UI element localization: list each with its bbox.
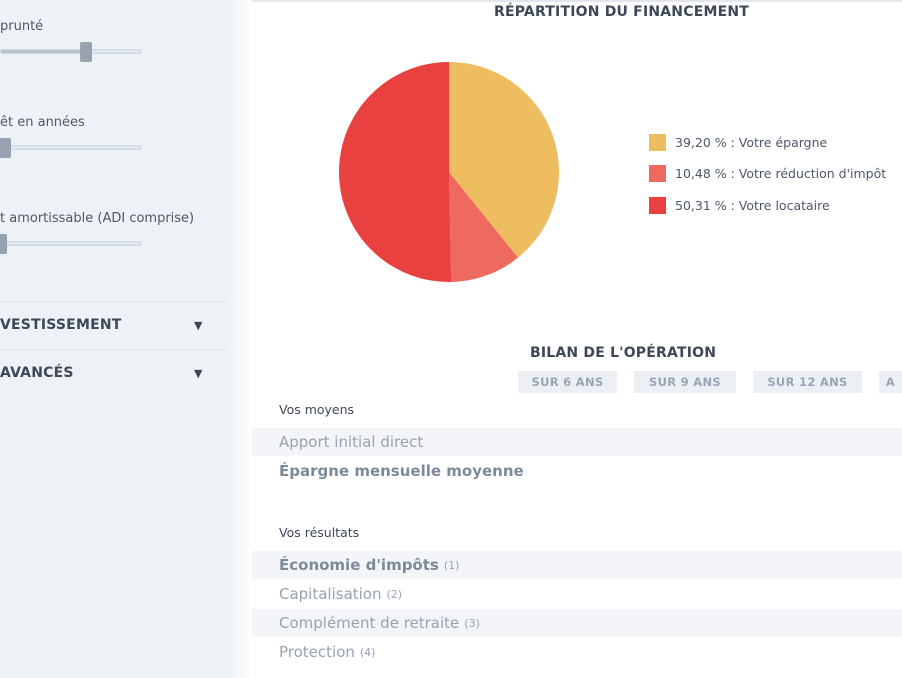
- row-label: Capitalisation: [279, 585, 382, 603]
- slider-montant[interactable]: [0, 234, 142, 254]
- section-label: AVANCÉS: [0, 365, 74, 381]
- slider-label-duree: êt en années: [0, 115, 85, 130]
- tab-6-ans[interactable]: SUR 6 ANS: [518, 371, 617, 393]
- financing-title: RÉPARTITION DU FINANCEMENT: [494, 4, 750, 20]
- group-label-moyens: Vos moyens: [279, 402, 355, 417]
- pie-slice-0: [449, 62, 559, 258]
- table-row: Épargne mensuelle moyenne: [252, 457, 902, 485]
- table-row: Apport initial direct: [252, 428, 902, 456]
- table-row: Capitalisation (2): [252, 580, 902, 608]
- table-row: Complément de retraite (3): [252, 609, 902, 637]
- tab-12-ans[interactable]: SUR 12 ANS: [753, 371, 862, 393]
- pie-slice-2: [338, 62, 452, 283]
- footnote-ref: (1): [443, 558, 460, 572]
- legend-label: 50,31 % : Votre locataire: [675, 197, 830, 213]
- sidebar: prunté êt en années t amortissable (ADI …: [0, 0, 240, 678]
- row-label: Protection: [279, 643, 355, 661]
- slider-duree[interactable]: [0, 138, 142, 158]
- row-label: Complément de retraite: [279, 614, 460, 632]
- slider-thumb[interactable]: [80, 42, 93, 62]
- legend-label: 10,48 % : Votre réduction d'impôt: [675, 165, 887, 181]
- legend-item-epargne: 39,20 % : Votre épargne: [649, 132, 827, 152]
- slider-label-emprunte: prunté: [0, 19, 44, 34]
- tab-more[interactable]: A: [879, 371, 902, 393]
- footnote-ref: (2): [386, 587, 403, 601]
- row-label: Apport initial direct: [279, 433, 424, 451]
- bilan-title: BILAN DE L'OPÉRATION: [530, 345, 717, 361]
- legend-label: 39,20 % : Votre épargne: [675, 134, 828, 150]
- table-row: Économie d'impôts (1): [252, 551, 902, 579]
- tab-9-ans[interactable]: SUR 9 ANS: [634, 371, 736, 393]
- legend-swatch: [649, 164, 666, 182]
- legend-item-reduction: 10,48 % : Votre réduction d'impôt: [649, 163, 886, 183]
- slider-fill: [1, 50, 87, 53]
- sidebar-edge: [226, 0, 252, 678]
- section-label: VESTISSEMENT: [0, 317, 122, 333]
- row-label: Épargne mensuelle moyenne: [279, 462, 524, 480]
- caret-down-icon: ▼: [194, 366, 203, 380]
- row-label: Économie d'impôts: [279, 556, 439, 574]
- footnote-ref: (4): [359, 645, 376, 659]
- legend-swatch: [649, 133, 666, 151]
- top-border: [252, 0, 902, 2]
- section-avances[interactable]: AVANCÉS ▼: [0, 350, 226, 396]
- group-label-resultats: Vos résultats: [279, 525, 360, 540]
- table-row: Protection (4): [252, 638, 902, 666]
- slider-thumb[interactable]: [0, 138, 12, 158]
- slider-emprunte[interactable]: [0, 42, 142, 62]
- legend-item-locataire: 50,31 % : Votre locataire: [649, 195, 830, 215]
- footnote-ref: (3): [464, 616, 480, 630]
- pie-slice-1: [449, 172, 519, 282]
- slider-label-montant: t amortissable (ADI comprise): [0, 211, 195, 226]
- legend-swatch: [649, 196, 666, 214]
- slider-thumb[interactable]: [0, 234, 7, 254]
- section-investissement[interactable]: VESTISSEMENT ▼: [0, 302, 226, 348]
- caret-down-icon: ▼: [194, 318, 203, 332]
